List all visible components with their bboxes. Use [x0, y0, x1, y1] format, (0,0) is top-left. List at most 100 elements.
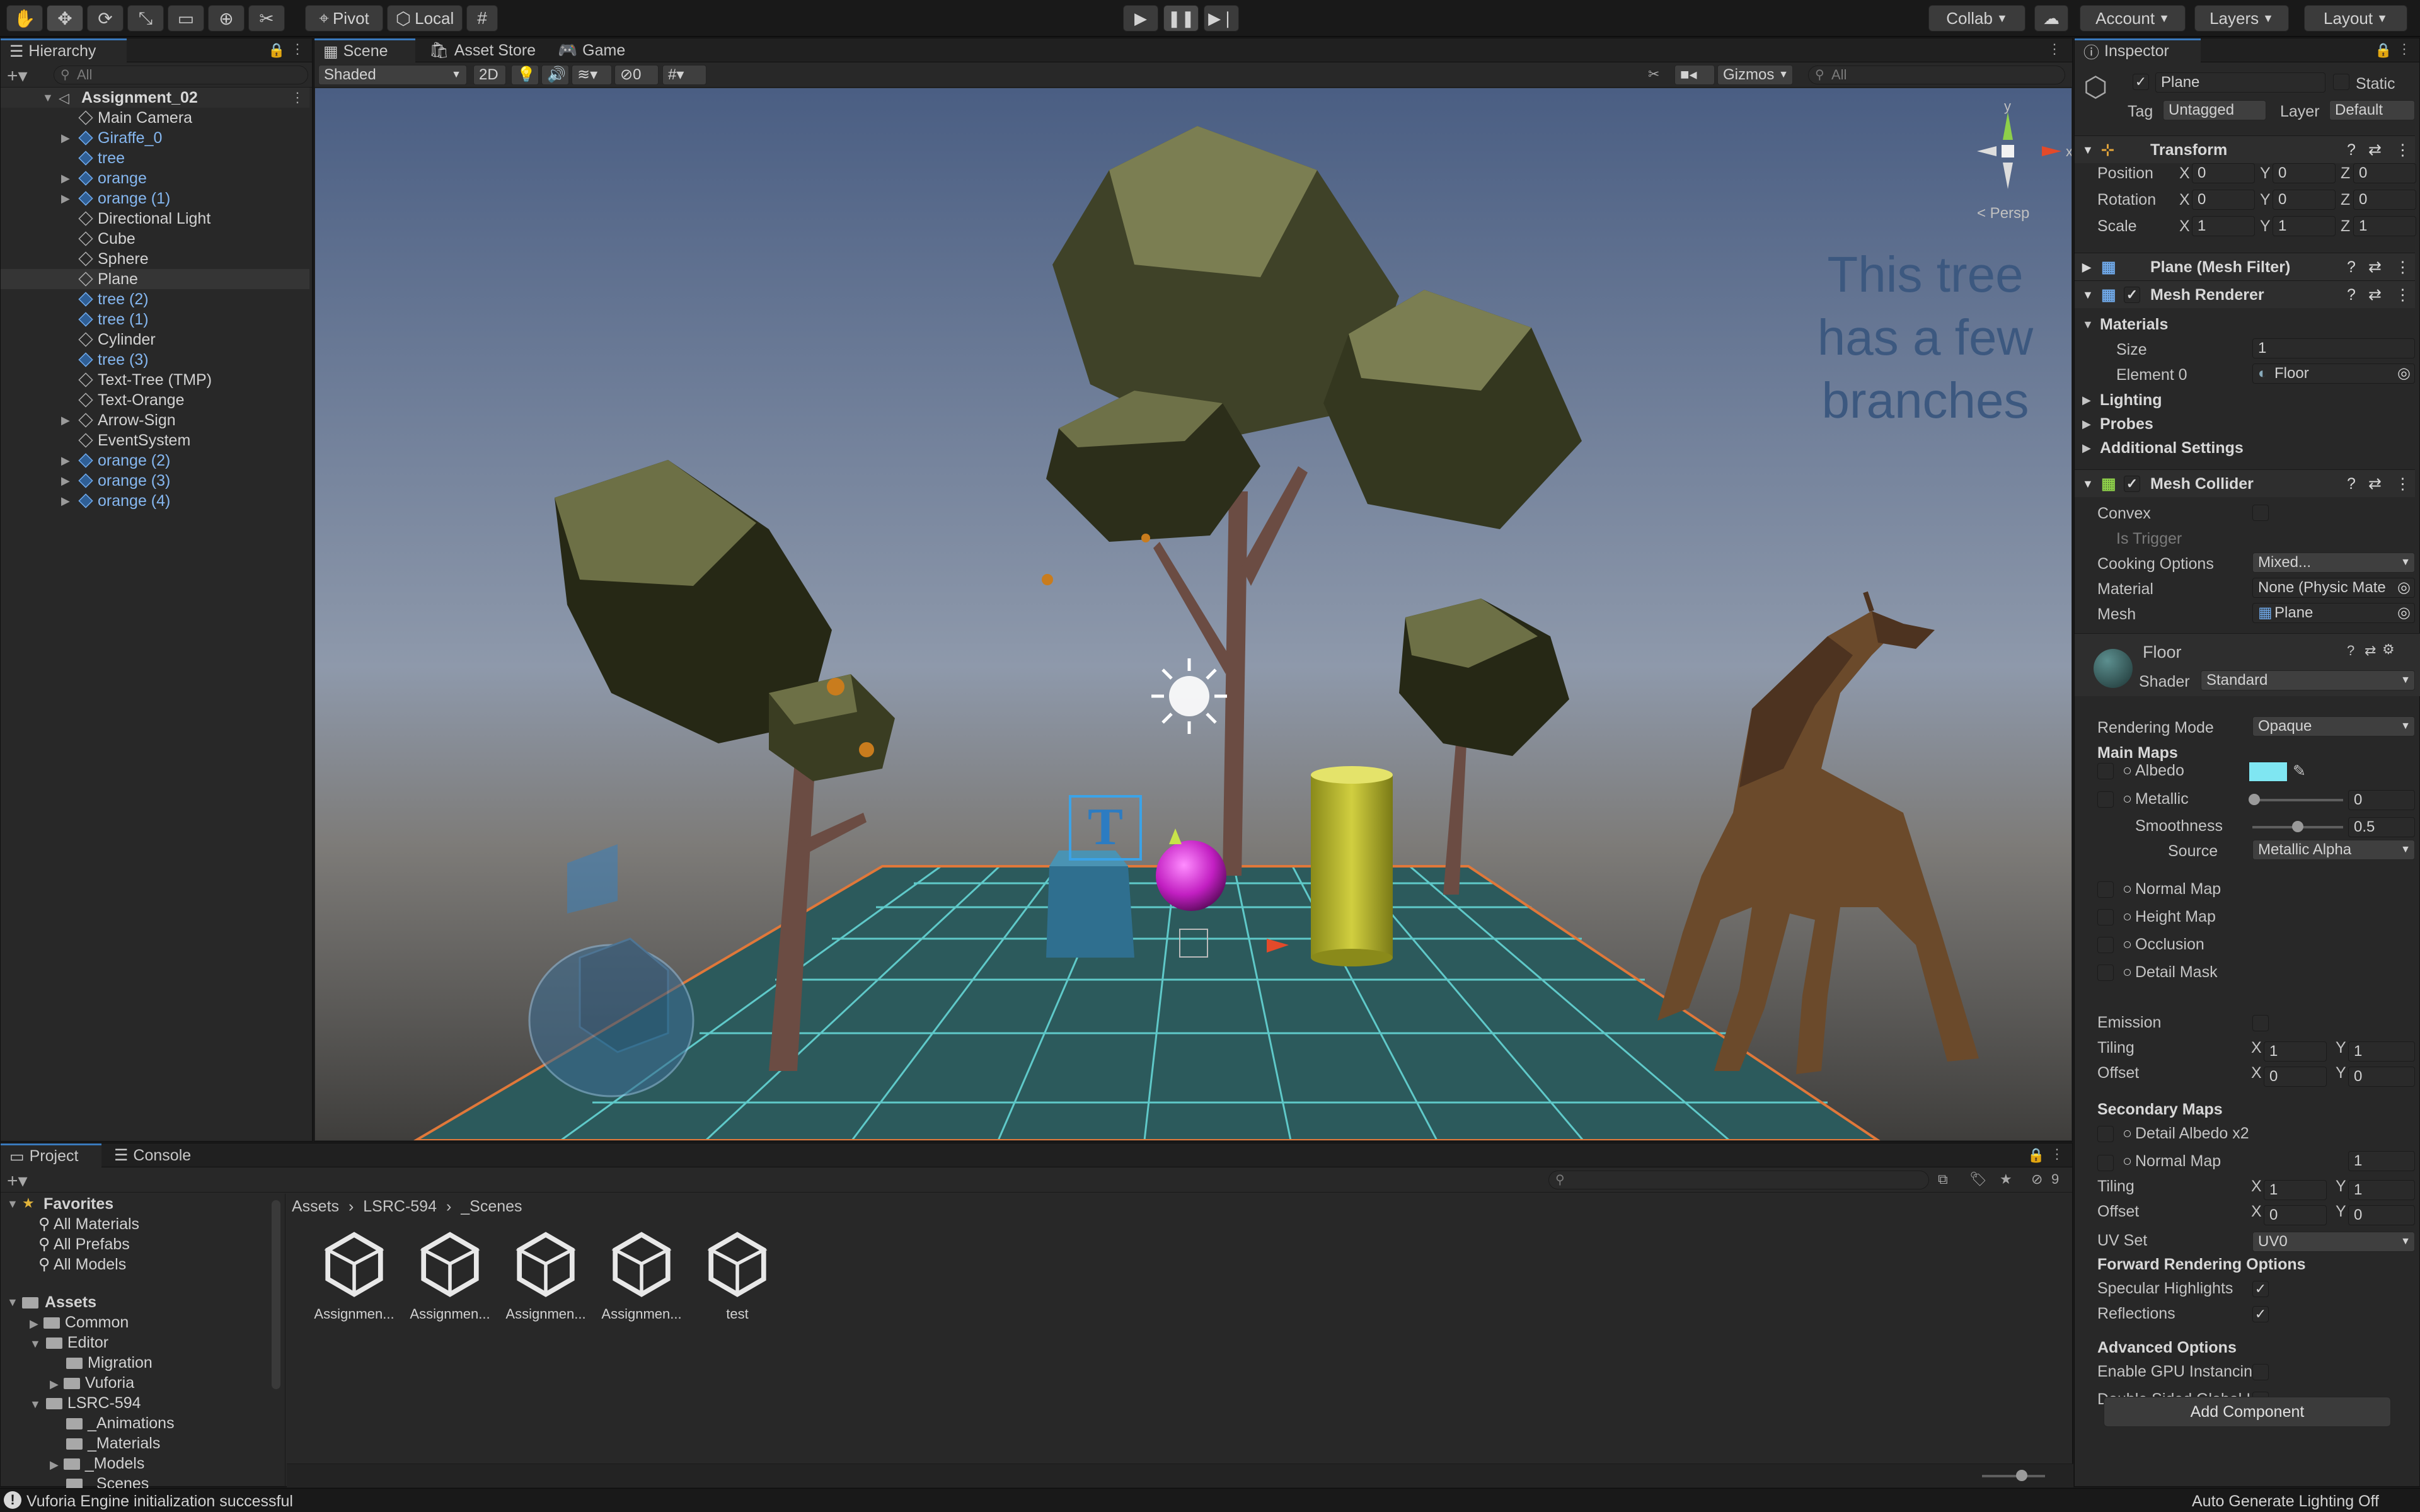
lock-icon[interactable]: 🔒 — [2027, 1147, 2044, 1164]
secondary-offset-y-field[interactable]: 0 — [2348, 1205, 2415, 1225]
picker-circle-icon[interactable]: ○ — [2123, 880, 2132, 898]
smoothness-value-field[interactable]: 0.5 — [2348, 817, 2415, 837]
expand-arrow-icon[interactable]: ▶ — [61, 410, 70, 430]
expand-arrow-icon[interactable]: ▶ — [2082, 442, 2091, 455]
light-gizmo[interactable] — [1151, 658, 1227, 734]
project-search-input[interactable]: ⚲ — [1548, 1171, 1929, 1189]
assets-folder[interactable]: Assets — [45, 1292, 96, 1312]
hierarchy-item[interactable]: tree (2) — [1, 289, 309, 309]
hidden-objects-toggle[interactable]: ⊘0 — [614, 65, 659, 85]
scene-asset[interactable]: Assignmen... — [403, 1225, 497, 1326]
transform-header[interactable]: ▼ ⊹ Transform ? ⇄ ⋮ — [2075, 135, 2415, 163]
scale-x-field[interactable]: 1 — [2192, 216, 2255, 236]
scene-asset[interactable]: test — [690, 1225, 785, 1326]
folder-item[interactable]: _Animations — [50, 1413, 175, 1433]
favorite-item[interactable]: ⚲ All Models — [38, 1254, 126, 1274]
mesh-renderer-header[interactable]: ▼ ▦ ✓ Mesh Renderer ? ⇄ ⋮ — [2075, 280, 2415, 308]
metallic-slider-track[interactable] — [2252, 799, 2343, 801]
breadcrumb-scenes[interactable]: _Scenes — [461, 1198, 522, 1215]
lighting-toggle[interactable]: 💡 — [511, 65, 539, 85]
presets-icon[interactable]: ⇄ — [2368, 470, 2382, 498]
transform-tool-button[interactable]: ⊕ — [208, 5, 245, 32]
cloud-button[interactable]: ☁ — [2034, 5, 2068, 32]
folder-item[interactable]: ▶ Vuforia — [50, 1373, 134, 1393]
tiling-x-field[interactable]: 1 — [2264, 1041, 2327, 1062]
kebab-menu-icon[interactable]: ⋮ — [2050, 1146, 2064, 1162]
expand-arrow-icon[interactable]: ▶ — [61, 168, 70, 188]
scale-z-field[interactable]: 1 — [2353, 216, 2416, 236]
secondary-tiling-y-field[interactable]: 1 — [2348, 1180, 2415, 1200]
rotation-y-field[interactable]: 0 — [2273, 190, 2336, 210]
expand-arrow-icon[interactable]: ▶ — [61, 450, 70, 471]
hierarchy-item[interactable]: Text-Tree (TMP) — [1, 370, 309, 390]
hierarchy-item[interactable]: ▶ orange — [1, 168, 309, 188]
secondary-tiling-x-field[interactable]: 1 — [2264, 1180, 2327, 1200]
grid-snap-button[interactable]: # — [466, 5, 498, 32]
tab-console[interactable]: ☰ Console — [105, 1143, 212, 1167]
icon-size-slider-thumb[interactable] — [2016, 1470, 2027, 1481]
picker-circle-icon[interactable]: ○ — [2123, 790, 2132, 808]
scene-asset[interactable]: Assignmen... — [307, 1225, 401, 1326]
hierarchy-item[interactable]: Plane — [1, 269, 309, 289]
tab-game[interactable]: 🎮 Game — [549, 38, 643, 62]
hierarchy-search-input[interactable]: ⚲ All — [54, 66, 308, 84]
position-y-field[interactable]: 0 — [2273, 163, 2336, 183]
breadcrumb-lsrc[interactable]: LSRC-594 — [363, 1198, 437, 1215]
hierarchy-item[interactable]: tree (3) — [1, 350, 309, 370]
hierarchy-item[interactable]: tree — [1, 148, 309, 168]
hierarchy-item[interactable]: ▶ orange (3) — [1, 471, 309, 491]
folder-item[interactable]: ▼ LSRC-594 — [30, 1393, 141, 1413]
additional-settings-foldout[interactable]: Additional Settings — [2100, 439, 2244, 457]
tab-hierarchy[interactable]: ☰ Hierarchy — [1, 38, 127, 62]
audio-toggle[interactable]: 🔊 — [541, 65, 569, 85]
position-x-field[interactable]: 0 — [2192, 163, 2255, 183]
secondary-normal-map-slot[interactable] — [2097, 1155, 2114, 1171]
picker-circle-icon[interactable]: ○ — [2123, 936, 2132, 954]
world-space-text[interactable]: This tree has a few branches — [1765, 243, 2071, 432]
rotation-z-field[interactable]: 0 — [2353, 190, 2416, 210]
scene-cube[interactable] — [1046, 850, 1134, 958]
collider-mesh-field[interactable]: ▦ Plane ◎ — [2252, 603, 2415, 623]
picker-circle-icon[interactable]: ○ — [2123, 963, 2132, 982]
kebab-menu-icon[interactable]: ⋮ — [2395, 253, 2411, 281]
metallic-value-field[interactable]: 0 — [2348, 790, 2415, 810]
auto-lighting-status[interactable]: Auto Generate Lighting Off — [2192, 1492, 2379, 1511]
emission-checkbox[interactable] — [2252, 1015, 2269, 1031]
reflections-checkbox[interactable]: ✓ — [2252, 1306, 2269, 1322]
kebab-menu-icon[interactable]: ⋮ — [2397, 41, 2411, 57]
rect-tool-button[interactable]: ▭ — [168, 5, 204, 32]
shading-mode-dropdown[interactable]: Shaded ▼ — [318, 65, 467, 85]
help-icon[interactable]: ? — [2347, 136, 2356, 164]
mesh-filter-header[interactable]: ▶ ▦ Plane (Mesh Filter) ? ⇄ ⋮ — [2075, 253, 2415, 280]
hand-tool-button[interactable]: ✋ — [6, 5, 43, 32]
hierarchy-item[interactable]: ▶ Arrow-Sign — [1, 410, 309, 430]
tab-inspector[interactable]: ⓘ Inspector — [2075, 38, 2201, 62]
object-picker-icon[interactable]: ◎ — [2397, 578, 2411, 597]
mesh-renderer-enabled-checkbox[interactable]: ✓ — [2124, 287, 2140, 303]
scene-asset[interactable]: Assignmen... — [594, 1225, 689, 1326]
collapse-arrow-icon[interactable]: ▼ — [2082, 318, 2094, 331]
add-icon[interactable]: +▾ — [7, 1170, 28, 1192]
scene-root-row[interactable]: ▼ ◁ Assignment_02 ⋮ — [1, 88, 309, 108]
step-button[interactable]: ▶❘ — [1204, 5, 1239, 32]
expand-arrow-icon[interactable]: ▼ — [30, 1398, 41, 1411]
expand-arrow-icon[interactable]: ▶ — [50, 1458, 59, 1471]
expand-arrow-icon[interactable]: ▼ — [42, 88, 54, 108]
detail-albedo-slot[interactable] — [2097, 1126, 2114, 1142]
detail-mask-texture-slot[interactable] — [2097, 965, 2114, 981]
expand-arrow-icon[interactable]: ▶ — [61, 491, 70, 511]
albedo-color-swatch[interactable] — [2249, 762, 2288, 782]
scale-tool-button[interactable]: ⤡ — [127, 5, 164, 32]
offset-y-field[interactable]: 0 — [2348, 1067, 2415, 1087]
tiling-y-field[interactable]: 1 — [2348, 1041, 2415, 1062]
add-icon[interactable]: +▾ — [7, 65, 28, 87]
collab-dropdown[interactable]: Collab ▼ — [1928, 5, 2025, 32]
picker-circle-icon[interactable]: ○ — [2123, 1125, 2132, 1143]
pivot-toggle[interactable]: ⌖ Pivot — [305, 5, 383, 32]
tab-asset-store[interactable]: 🛍 Asset Store — [420, 38, 546, 62]
lighting-foldout[interactable]: Lighting — [2100, 391, 2162, 410]
scene-viewport[interactable]: T y x This tree has a few branches < Per… — [315, 88, 2071, 1140]
folder-item[interactable]: _Materials — [50, 1433, 160, 1453]
static-checkbox[interactable] — [2333, 74, 2349, 90]
tools-icon[interactable]: ✂ — [1648, 66, 1659, 83]
